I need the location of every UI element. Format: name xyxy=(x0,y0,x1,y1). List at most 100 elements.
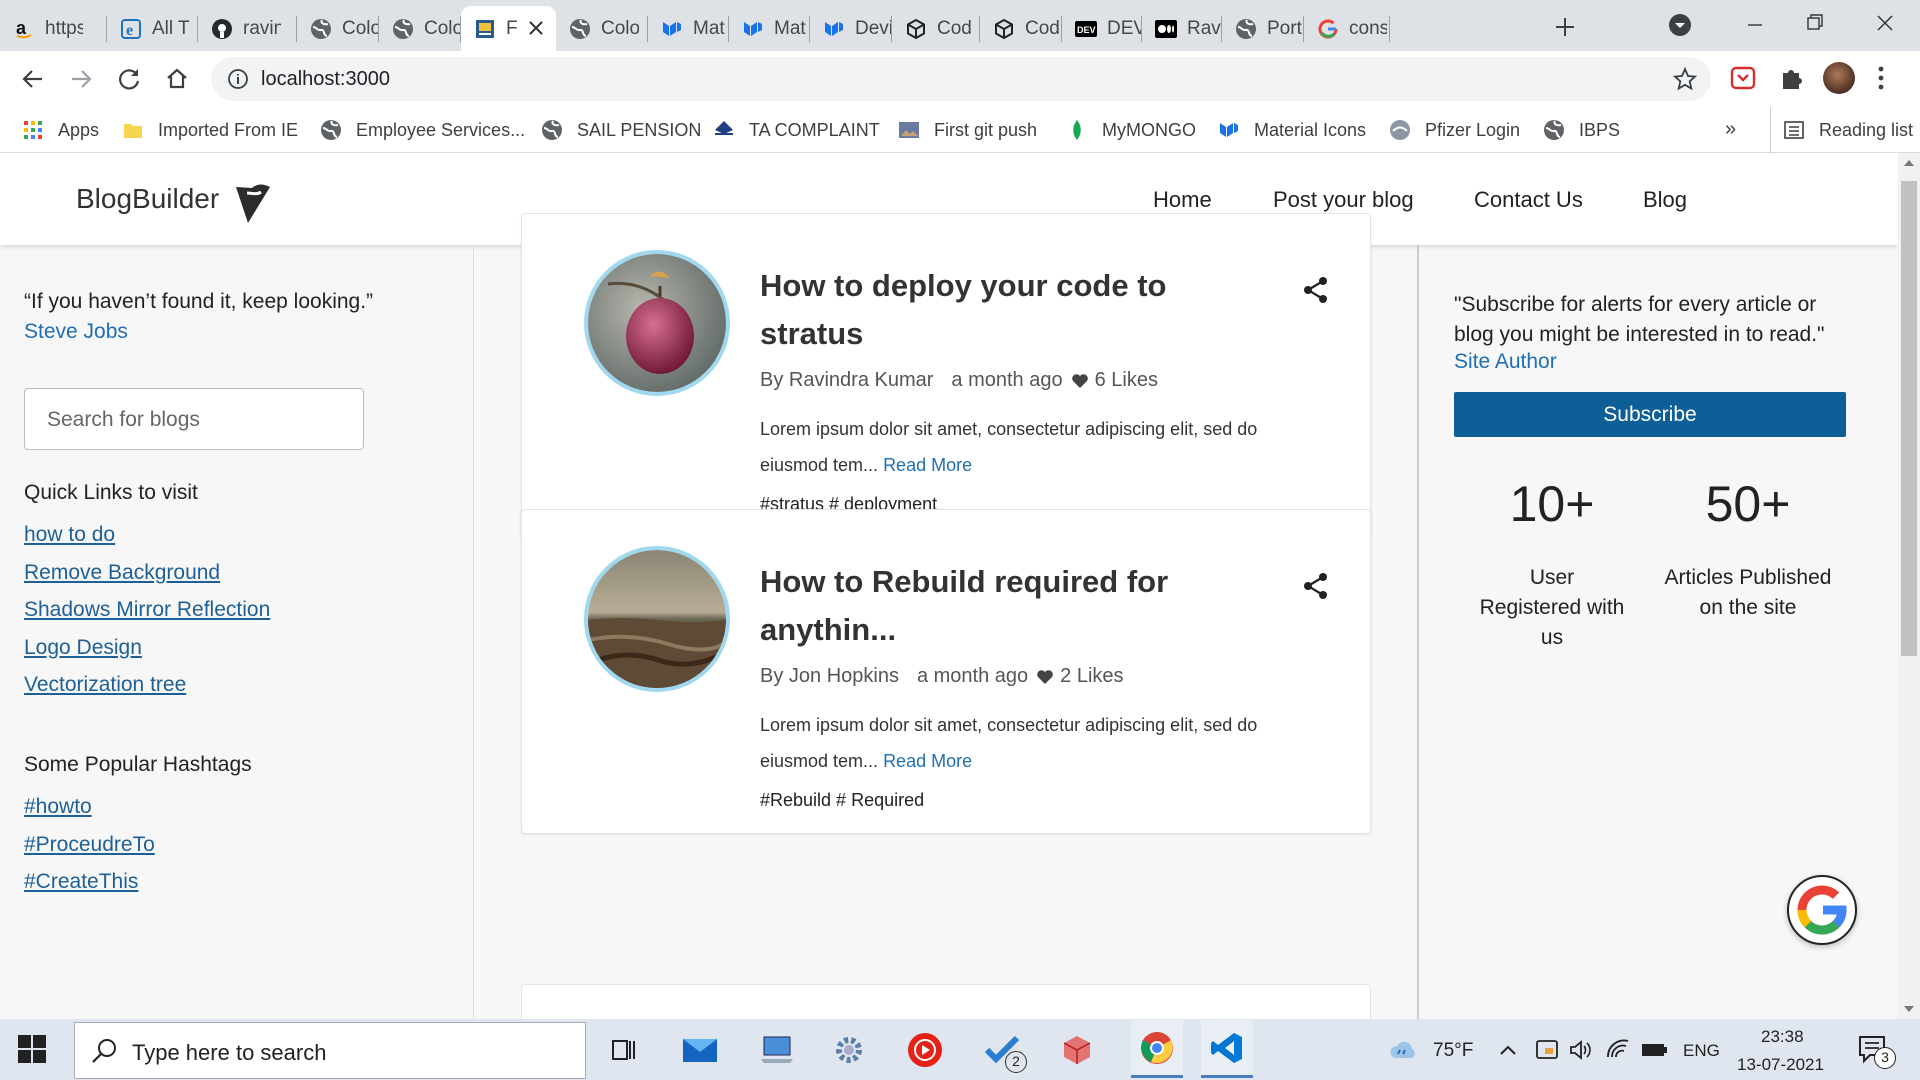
post-title[interactable]: How to deploy your code to stratus xyxy=(760,262,1180,358)
bookmark-item[interactable]: Employee Services... xyxy=(320,107,525,153)
bookmark-item[interactable]: IBPS xyxy=(1543,107,1620,153)
quick-link[interactable]: Shadows Mirror Reflection xyxy=(24,598,270,622)
quick-link[interactable]: how to do xyxy=(24,523,115,547)
share-icon[interactable] xyxy=(1302,276,1330,304)
tab-search-button[interactable] xyxy=(1668,13,1692,37)
post-title[interactable]: How to Rebuild required for anythin... xyxy=(760,558,1180,654)
browser-tab[interactable]: Mat xyxy=(648,6,729,51)
subscribe-button[interactable]: Subscribe xyxy=(1454,392,1846,437)
computer-app-button[interactable] xyxy=(758,1031,796,1069)
quick-link[interactable]: Remove Background xyxy=(24,561,220,585)
hashtag-link[interactable]: #ProceudreTo xyxy=(24,833,155,857)
profile-avatar[interactable] xyxy=(1823,62,1855,94)
mail-icon xyxy=(683,1039,717,1062)
bookmark-item[interactable]: Material Icons xyxy=(1218,107,1366,153)
chrome-app-button[interactable] xyxy=(1131,1020,1183,1078)
bookmark-item[interactable]: First git push xyxy=(898,107,1037,153)
extensions-button[interactable] xyxy=(1778,65,1804,91)
minimize-button[interactable] xyxy=(1740,12,1770,38)
browser-tab[interactable]: Cod xyxy=(980,6,1062,51)
star-bookmark-icon[interactable] xyxy=(1673,67,1697,91)
vscode-app-button[interactable] xyxy=(1201,1020,1253,1078)
close-tab-icon[interactable] xyxy=(526,16,546,40)
clock-date[interactable]: 13-07-2021 xyxy=(1737,1055,1824,1075)
heart-icon[interactable] xyxy=(1071,373,1089,389)
extension-button[interactable] xyxy=(1730,65,1756,91)
address-bar[interactable]: localhost:3000 xyxy=(211,57,1711,101)
bookmark-item[interactable]: TA COMPLAINT xyxy=(713,107,880,153)
reload-icon xyxy=(119,69,140,90)
browser-tab[interactable]: F xyxy=(461,6,556,51)
browser-tab[interactable]: e All T xyxy=(107,6,198,51)
notification-center-button[interactable]: 3 xyxy=(1858,1035,1896,1069)
chevron-up-icon[interactable] xyxy=(1498,1040,1518,1060)
language-indicator[interactable]: ENG xyxy=(1683,1041,1720,1061)
browser-tab[interactable]: Mat xyxy=(729,6,810,51)
browser-tab[interactable]: DEV DEV xyxy=(1062,6,1142,51)
page-scrollbar[interactable] xyxy=(1898,153,1920,1019)
new-tab-button[interactable] xyxy=(1548,10,1582,44)
taskbar-search-box[interactable]: Type here to search xyxy=(74,1022,586,1079)
todo-app-button[interactable]: 2 xyxy=(983,1031,1027,1073)
task-view-button[interactable] xyxy=(604,1031,642,1069)
scrollbar-thumb[interactable] xyxy=(1901,181,1917,656)
home-button[interactable] xyxy=(164,66,190,92)
close-window-button[interactable] xyxy=(1870,8,1900,38)
browser-tab[interactable]: Colo xyxy=(297,6,379,51)
browser-tab[interactable]: Colo xyxy=(556,6,648,51)
read-more-link[interactable]: Read More xyxy=(883,455,972,475)
quick-link[interactable]: Logo Design xyxy=(24,636,142,660)
reading-list-button[interactable]: Reading list xyxy=(1770,107,1913,153)
leaf-icon xyxy=(1066,119,1088,141)
package-app-button[interactable] xyxy=(1058,1031,1096,1069)
browser-tab[interactable]: Ravi xyxy=(1142,6,1222,51)
nav-link-blog[interactable]: Blog xyxy=(1643,187,1687,213)
battery-icon[interactable] xyxy=(1640,1038,1670,1062)
restore-button[interactable] xyxy=(1800,8,1830,38)
wifi-icon[interactable] xyxy=(1605,1037,1631,1061)
share-icon[interactable] xyxy=(1302,572,1330,600)
meet-now-icon[interactable] xyxy=(1535,1038,1559,1062)
url-text[interactable]: localhost:3000 xyxy=(261,68,390,91)
mail-app-button[interactable] xyxy=(681,1031,719,1069)
weather-temp[interactable]: 75°F xyxy=(1433,1040,1473,1062)
blog-post-card[interactable]: How to deploy your code to stratus By Rav… xyxy=(521,213,1371,538)
bookmarks-overflow-button[interactable]: » xyxy=(1725,118,1736,141)
browser-tab[interactable]: ravin xyxy=(198,6,297,51)
bookmark-item[interactable]: MyMONGO xyxy=(1066,107,1196,153)
bookmark-item[interactable]: Imported From IE xyxy=(122,107,298,153)
nav-link-home[interactable]: Home xyxy=(1153,187,1212,213)
hashtag-link[interactable]: #CreateThis xyxy=(24,870,138,894)
bookmark-label: MyMONGO xyxy=(1102,119,1196,140)
hashtag-link[interactable]: #howto xyxy=(24,795,92,819)
nav-link-post-your-blog[interactable]: Post your blog xyxy=(1273,187,1414,213)
browser-menu-button[interactable] xyxy=(1876,65,1886,91)
start-button[interactable] xyxy=(18,1035,46,1063)
google-signin-button[interactable] xyxy=(1787,875,1857,945)
blog-post-card[interactable]: How to Rebuild required for anythin... By… xyxy=(521,509,1371,834)
clock-time[interactable]: 23:38 xyxy=(1761,1027,1804,1047)
back-button[interactable] xyxy=(20,66,46,92)
quick-link[interactable]: Vectorization tree xyxy=(24,673,186,697)
bookmark-item[interactable]: Pfizer Login xyxy=(1389,107,1520,153)
browser-tab[interactable]: Colo xyxy=(379,6,461,51)
scroll-down-arrow-icon[interactable] xyxy=(1898,999,1920,1019)
youtube-music-button[interactable] xyxy=(906,1031,944,1069)
nav-link-contact-us[interactable]: Contact Us xyxy=(1474,187,1583,213)
browser-tab[interactable]: Cod xyxy=(892,6,980,51)
browser-tab[interactable]: Devi xyxy=(810,6,892,51)
bookmark-item[interactable]: SAIL PENSION xyxy=(541,107,701,153)
blog-search-field[interactable]: Search for blogs xyxy=(24,388,364,450)
scroll-up-arrow-icon[interactable] xyxy=(1898,153,1920,173)
speaker-icon[interactable] xyxy=(1568,1038,1592,1062)
browser-tab[interactable]: cons xyxy=(1304,6,1390,51)
bookmark-item[interactable]: Apps xyxy=(22,107,99,153)
reload-button[interactable] xyxy=(116,66,142,92)
settings-app-button[interactable] xyxy=(830,1031,868,1069)
read-more-link[interactable]: Read More xyxy=(883,751,972,771)
browser-tab[interactable]: a https xyxy=(0,6,107,51)
forward-button[interactable] xyxy=(68,66,94,92)
heart-icon[interactable] xyxy=(1036,669,1054,685)
brand-logo[interactable]: BlogBuilder xyxy=(76,183,219,215)
browser-tab[interactable]: Port xyxy=(1222,6,1304,51)
